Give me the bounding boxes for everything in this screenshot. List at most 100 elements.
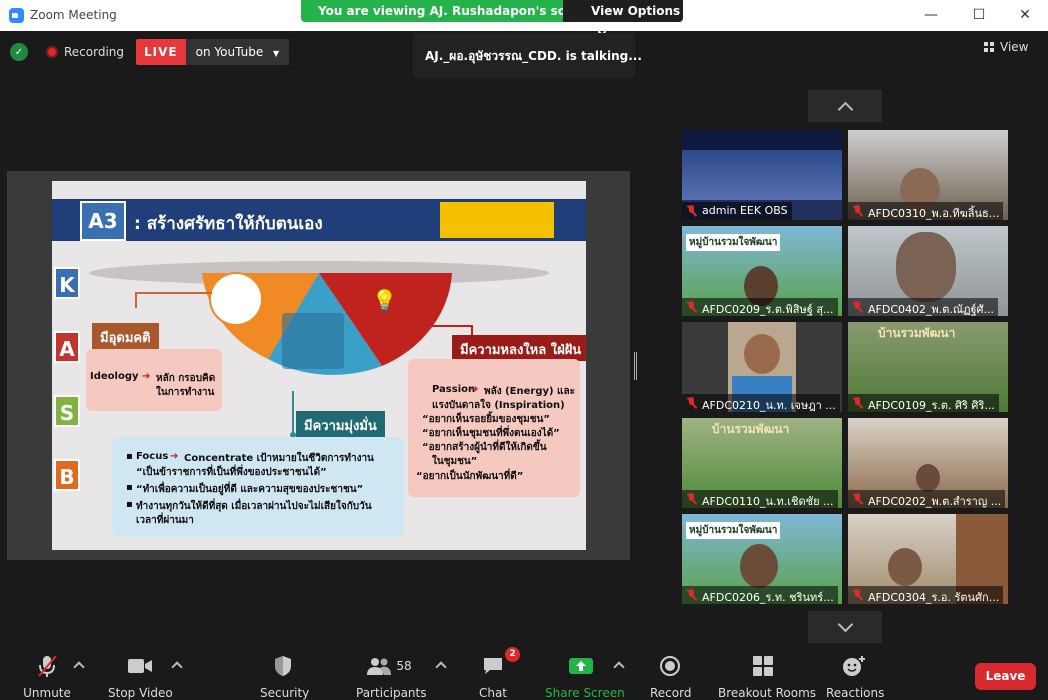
view-label: View	[1000, 40, 1029, 54]
view-options-button[interactable]: View Options	[563, 0, 683, 37]
passion-line-6: ในชุมชน”	[432, 456, 478, 467]
participant-name: AFDC0210_น.ท. เจษฎา ...	[682, 394, 840, 412]
tile-video	[888, 548, 922, 586]
security-label: Security	[260, 686, 310, 700]
mic-off-icon	[686, 205, 697, 217]
record-button[interactable]: Record	[650, 653, 691, 700]
passion-line-3: “อยากเห็นรอยยิ้มของชุมชน”	[422, 414, 550, 425]
security-button[interactable]: Security	[260, 653, 310, 700]
unmute-button[interactable]: Unmute	[22, 653, 72, 700]
record-dot-icon	[46, 46, 58, 58]
passion-line-0: Passion	[432, 384, 476, 395]
participant-tile[interactable]: หมู่บ้านรวมใจพัฒนา AFDC0206_ร.ท. ชรินทร์…	[682, 514, 842, 604]
participant-name-text: AFDC0209_ร.ต.พิสิษฐ์ สุ...	[702, 303, 834, 316]
participant-tile[interactable]: admin EEK OBS	[682, 130, 842, 220]
breakout-rooms-label: Breakout Rooms	[718, 686, 817, 700]
participant-name-text: AFDC0210_น.ท. เจษฎา ...	[702, 399, 836, 412]
scroll-down-button[interactable]	[808, 611, 882, 643]
participant-tile[interactable]: AFDC0202_พ.ต.สำราญ ...	[848, 418, 1008, 508]
mic-off-icon	[852, 205, 863, 217]
ideology-icon	[209, 272, 263, 326]
presentation-slide: A3 : สร้างศรัทธาให้กับตนเอง K A S B 💡 มี…	[52, 181, 586, 550]
arrow-right-icon: ➔	[470, 384, 479, 395]
participant-name: AFDC0310_พ.อ.ทีฆลิ้นธ...	[848, 202, 1004, 220]
arrow-right-icon: ➔	[170, 451, 179, 462]
tile-video	[896, 232, 956, 302]
participant-tile[interactable]: AFDC0402_พ.ต.ณัฏฐ์ศั...	[848, 226, 1008, 316]
participant-tile[interactable]: บ้านรวมพัฒนา AFDC0110_น.ท.เชิดชัย ...	[682, 418, 842, 508]
microphone-muted-icon	[22, 653, 72, 679]
participants-button[interactable]: 58 Participants	[356, 653, 427, 700]
focus-line-1: Concentrate เป้าหมายในชีวิตการทำงาน	[184, 453, 374, 464]
audio-options-caret[interactable]	[73, 661, 85, 673]
focus-box: ▪ Focus ➔ Concentrate เป้าหมายในชีวิตการ…	[112, 437, 404, 537]
participant-name-text: AFDC0304_ร.อ. รัตนศัก...	[868, 591, 1000, 604]
participant-name-text: AFDC0109_ร.ต. ศิริ ศิริ...	[868, 399, 995, 412]
unmute-label: Unmute	[23, 686, 71, 700]
leave-button[interactable]: Leave	[975, 663, 1036, 690]
participant-name: AFDC0209_ร.ต.พิสิษฐ์ สุ...	[682, 298, 838, 316]
active-speaker-label: AJ._ผอ.อุษัชวรรณ_CDD. is talking...	[413, 33, 642, 78]
passion-box: Passion ➔ พลัง (Energy) และ แรงบันดาลใจ …	[408, 359, 580, 497]
participant-name: AFDC0304_ร.อ. รัตนศัก...	[848, 586, 1004, 604]
viewing-banner: You are viewing AJ. Rushadapon's screen …	[301, 0, 683, 37]
tile-video	[682, 130, 842, 150]
ideology-connector	[135, 292, 212, 308]
mic-off-icon	[686, 589, 697, 601]
participant-tile[interactable]: AFDC0210_น.ท. เจษฎา ...	[682, 322, 842, 412]
participant-name-text: AFDC0202_พ.ต.สำราญ ...	[868, 495, 1002, 508]
zoom-meeting-window: Zoom Meeting You are viewing AJ. Rushada…	[0, 0, 1048, 700]
video-options-caret[interactable]	[171, 661, 183, 673]
ideology-box: Ideology ➔ หลัก กรอบคิด ในการทำงาน	[86, 349, 222, 411]
panel-resize-handle[interactable]	[634, 352, 637, 380]
participant-tile[interactable]: AFDC0310_พ.อ.ทีฆลิ้นธ...	[848, 130, 1008, 220]
bullet-icon: ▪	[126, 482, 133, 493]
chevron-down-icon	[837, 616, 853, 632]
mic-off-icon	[852, 301, 863, 313]
focus-line-0: Focus	[136, 451, 169, 462]
chat-bubble-icon: 2	[476, 647, 520, 679]
grid-view-icon	[984, 42, 994, 52]
recording-indicator[interactable]: Recording	[46, 45, 124, 59]
idea-bulb-glyph: 💡	[372, 288, 397, 312]
minimize-button[interactable]: —	[908, 3, 954, 27]
view-button[interactable]: View	[984, 40, 1028, 54]
arrow-right-icon: ➔	[142, 371, 151, 382]
mic-off-icon	[686, 301, 697, 313]
live-destination-dropdown[interactable]: on YouTube ▼	[185, 39, 290, 65]
breakout-rooms-icon	[718, 653, 808, 679]
bullet-icon: ▪	[126, 451, 133, 462]
reactions-button[interactable]: Reactions	[826, 653, 885, 700]
close-button[interactable]: ✕	[1002, 3, 1048, 27]
share-screen-button[interactable]: Share Screen	[545, 653, 625, 700]
participants-options-caret[interactable]	[435, 661, 447, 673]
live-destination-label: on YouTube	[195, 45, 264, 59]
zoom-logo-icon	[9, 8, 24, 23]
maximize-button[interactable]: ☐	[956, 3, 1002, 27]
participant-tile[interactable]: หมู่บ้านรวมใจพัฒนา AFDC0209_ร.ต.พิสิษฐ์ …	[682, 226, 842, 316]
ideology-term: Ideology	[90, 371, 139, 382]
reactions-label: Reactions	[826, 686, 885, 700]
commitment-header: มีความมุ่งมั่น	[296, 411, 385, 437]
security-shield-icon[interactable]: ✓	[10, 43, 28, 61]
participant-tile[interactable]: AFDC0304_ร.อ. รัตนศัก...	[848, 514, 1008, 604]
record-icon	[650, 653, 690, 679]
passion-line-1: พลัง (Energy) และ	[484, 386, 575, 397]
share-screen-icon	[545, 653, 617, 679]
mic-off-icon	[852, 589, 863, 601]
passion-line-5: “อยากสร้างผู้นำที่ดีให้เกิดขึ้น	[422, 442, 547, 453]
chat-button[interactable]: 2 Chat	[476, 647, 520, 700]
participants-label: Participants	[356, 686, 427, 700]
meeting-status-bar: ✓ Recording LIVE on YouTube ▼	[10, 39, 290, 65]
passion-header: มีความหลงใหล ใฝ่ฝัน	[452, 335, 586, 361]
tile-overlay-label: บ้านรวมพัฒนา	[712, 422, 790, 436]
chat-label: Chat	[478, 686, 508, 700]
passion-line-2: แรงบันดาลใจ (Inspiration)	[432, 400, 565, 411]
participants-icon: 58	[356, 653, 422, 679]
caret-down-icon: ▼	[273, 49, 280, 58]
participant-tile[interactable]: บ้านรวมพัฒนา AFDC0109_ร.ต. ศิริ ศิริ...	[848, 322, 1008, 412]
stop-video-button[interactable]: Stop Video	[108, 653, 173, 700]
breakout-rooms-button[interactable]: Breakout Rooms	[718, 653, 817, 700]
scroll-up-button[interactable]	[808, 90, 882, 122]
tile-video	[682, 150, 842, 200]
